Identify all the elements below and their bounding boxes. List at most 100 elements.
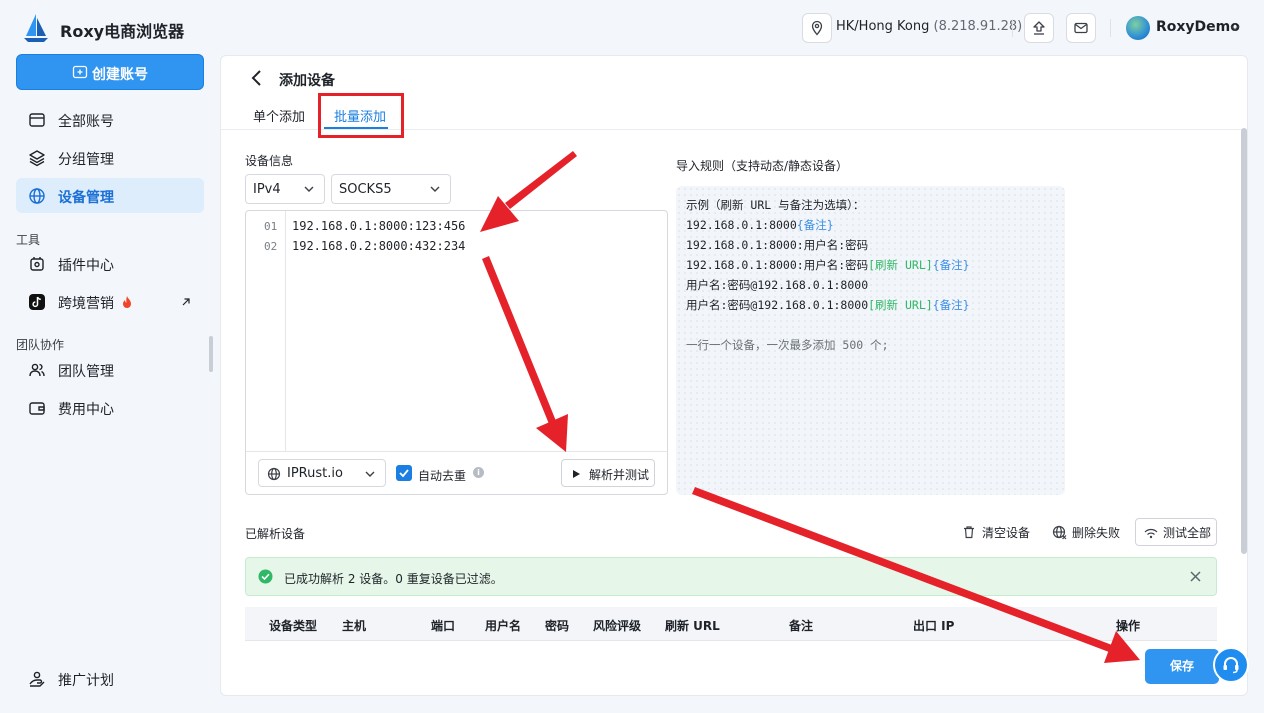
main-scrollbar[interactable] xyxy=(1241,128,1247,554)
import-rules-title: 导入规则（支持动态/静态设备） xyxy=(676,159,849,173)
delete-failed-label: 删除失败 xyxy=(1072,526,1121,540)
fire-icon xyxy=(123,296,131,308)
referral-icon xyxy=(29,671,45,687)
mail-icon xyxy=(1074,22,1088,34)
location-name: HK/Hong Kong xyxy=(836,19,930,34)
topbar-divider xyxy=(1110,19,1111,37)
sidebar-item-billing[interactable]: 费用中心 xyxy=(16,390,204,425)
play-icon xyxy=(573,470,580,478)
support-button[interactable] xyxy=(1213,647,1249,683)
parse-and-test-label: 解析并测试 xyxy=(589,468,650,482)
parsed-devices-title: 已解析设备 xyxy=(245,527,306,541)
rule-text: 192.168.0.1:8000:用户名:密码 xyxy=(686,238,869,252)
info-icon[interactable]: i xyxy=(473,467,484,478)
editor-line[interactable]: 192.168.0.2:8000:432:234 xyxy=(292,239,465,253)
sidebar-item-label: 跨境营销 xyxy=(58,296,114,312)
column-header: 出口 IP xyxy=(913,619,955,633)
upload-icon xyxy=(1033,21,1045,35)
sidebar-item-label: 插件中心 xyxy=(58,258,114,274)
upload-button[interactable] xyxy=(1024,13,1054,43)
column-header: 端口 xyxy=(431,619,456,633)
app-title: Roxy电商浏览器 xyxy=(60,22,185,41)
tiktok-icon xyxy=(29,294,45,310)
wallet-icon xyxy=(29,402,45,415)
column-header: 密码 xyxy=(545,619,570,633)
app-logo-icon xyxy=(22,12,50,44)
headset-icon xyxy=(1223,657,1239,674)
globe-x-icon xyxy=(1052,525,1067,540)
rules-intro: 示例（刷新 URL 与备注为选填）： xyxy=(686,198,865,212)
topbar-divider xyxy=(1012,19,1013,37)
add-window-icon xyxy=(72,65,88,79)
column-header: 主机 xyxy=(342,619,367,633)
sidebar-item-plugins[interactable]: 插件中心 xyxy=(16,246,204,281)
sidebar-scrollbar[interactable] xyxy=(209,336,213,372)
messages-button[interactable] xyxy=(1066,13,1096,43)
avatar[interactable] xyxy=(1126,16,1150,40)
sidebar-item-team[interactable]: 团队管理 xyxy=(16,352,204,387)
ip-checker-select[interactable]: IPRust.io xyxy=(258,459,386,487)
ip-version-value: IPv4 xyxy=(253,182,281,197)
success-check-icon xyxy=(258,569,273,584)
location-pin-icon xyxy=(811,20,823,36)
plugin-icon xyxy=(30,257,44,271)
rule-text: 192.168.0.1:8000:用户名:密码 xyxy=(686,258,869,272)
globe-icon xyxy=(267,467,281,481)
globe-icon xyxy=(29,188,45,204)
chevron-down-icon[interactable] xyxy=(1230,24,1240,32)
protocol-select[interactable]: SOCKS5 xyxy=(331,174,451,204)
sidebar-item-marketing[interactable]: 跨境营销 xyxy=(16,284,204,319)
create-account-label: 创建账号 xyxy=(92,67,148,83)
ip-version-select[interactable]: IPv4 xyxy=(245,174,325,204)
rule-refresh: [刷新 URL] xyxy=(868,258,933,272)
sidebar-item-devices[interactable]: 设备管理 xyxy=(16,178,204,213)
success-alert-text: 已成功解析 2 设备。0 重复设备已过滤。 xyxy=(284,572,503,586)
line-number: 01 xyxy=(264,220,278,233)
layers-icon xyxy=(29,150,45,167)
column-header: 用户名 xyxy=(485,619,522,633)
auto-dedupe-checkbox[interactable] xyxy=(396,465,412,481)
sidebar-item-label: 全部账号 xyxy=(58,114,114,130)
ip-checker-value: IPRust.io xyxy=(287,466,343,481)
column-header: 刷新 URL xyxy=(665,619,720,633)
line-number: 02 xyxy=(264,240,278,253)
external-link-icon xyxy=(182,298,190,306)
location-pin-button[interactable] xyxy=(802,13,832,43)
test-all-label: 测试全部 xyxy=(1163,526,1212,540)
location-ip: (8.218.91.28) xyxy=(933,19,1023,34)
sidebar-item-all-accounts[interactable]: 全部账号 xyxy=(16,102,204,137)
rules-hint: 一行一个设备，一次最多添加 500 个; xyxy=(686,338,889,352)
annotation-highlight-box xyxy=(318,93,404,138)
sidebar-item-referral[interactable]: 推广计划 xyxy=(16,661,204,696)
device-info-label: 设备信息 xyxy=(245,154,294,168)
sidebar-item-label: 费用中心 xyxy=(58,402,114,418)
sidebar-item-label: 团队管理 xyxy=(58,364,114,380)
section-team-label: 团队协作 xyxy=(16,338,65,352)
create-account-button[interactable]: 创建账号 xyxy=(16,54,204,90)
page-title: 添加设备 xyxy=(279,73,335,89)
sidebar-item-label: 设备管理 xyxy=(58,190,114,206)
rule-note: {备注} xyxy=(796,218,834,232)
rule-example-1: 192.168.0.1:8000{备注} xyxy=(686,217,834,233)
editor-line[interactable]: 192.168.0.1:8000:123:456 xyxy=(292,219,465,233)
rule-note: {备注} xyxy=(932,298,970,312)
parse-and-test-button[interactable]: 解析并测试 xyxy=(561,459,655,487)
save-button[interactable]: 保存 xyxy=(1145,649,1219,684)
chevron-down-icon xyxy=(430,186,440,192)
clear-devices-label: 清空设备 xyxy=(982,526,1031,540)
rule-text: 用户名:密码@192.168.0.1:8000 xyxy=(686,298,869,312)
test-all-button[interactable]: 测试全部 xyxy=(1135,518,1217,546)
close-icon[interactable] xyxy=(1190,571,1201,582)
column-header: 设备类型 xyxy=(269,619,318,633)
window-icon xyxy=(29,113,45,127)
rule-refresh: [刷新 URL] xyxy=(868,298,933,312)
sidebar-item-groups[interactable]: 分组管理 xyxy=(16,140,204,175)
tab-single-add[interactable]: 单个添加 xyxy=(253,106,305,125)
check-icon xyxy=(399,469,409,478)
sidebar-item-label: 分组管理 xyxy=(58,152,114,168)
back-arrow-icon[interactable] xyxy=(250,69,264,87)
rule-note: {备注} xyxy=(932,258,970,272)
user-name[interactable]: RoxyDemo xyxy=(1156,19,1240,35)
location-display: HK/Hong Kong (8.218.91.28) xyxy=(836,19,1022,34)
protocol-value: SOCKS5 xyxy=(339,182,392,197)
